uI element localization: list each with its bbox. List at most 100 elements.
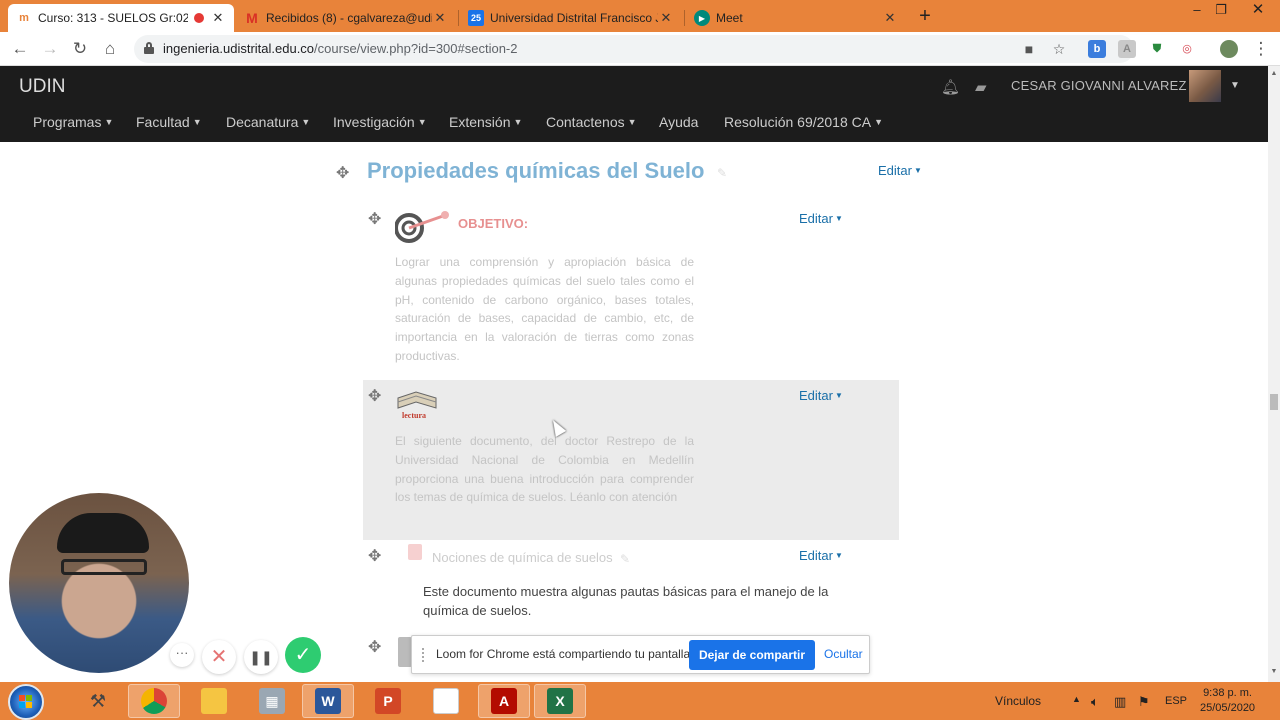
start-button[interactable]	[8, 684, 44, 720]
close-icon[interactable]: ✕	[432, 10, 448, 26]
tab-separator	[458, 10, 459, 26]
menu-resolucion[interactable]: Resolución 69/2018 CA ▼	[724, 114, 883, 130]
taskbar-tools-app[interactable]: ⚒	[72, 684, 124, 718]
chevron-down-icon: ▼	[874, 117, 884, 127]
links-toolbar[interactable]: Vínculos	[995, 694, 1041, 708]
site-brand[interactable]: UDIN	[19, 76, 65, 98]
forward-button[interactable]: →	[39, 38, 61, 60]
cancel-recording-button[interactable]: ✕	[202, 640, 236, 674]
edit-objective-menu[interactable]: Editar ▼	[799, 211, 843, 226]
taskbar-notepad-app[interactable]	[420, 684, 472, 718]
move-handle-icon[interactable]: ✥	[336, 163, 352, 182]
shield-extension-icon[interactable]: ⛊	[1148, 40, 1166, 58]
edit-lectura-menu[interactable]: Editar ▼	[799, 388, 843, 403]
edit-section-menu[interactable]: Editar ▼	[878, 163, 922, 178]
scroll-up-icon[interactable]: ▲	[1270, 70, 1278, 77]
powerpoint-icon: P	[375, 688, 401, 714]
taskbar-chrome-app[interactable]	[128, 684, 180, 718]
chevron-down-icon: ▼	[834, 551, 843, 560]
maximize-button[interactable]: ❐	[1206, 0, 1236, 22]
book-icon: lectura	[397, 391, 437, 420]
reload-button[interactable]: ↻	[69, 38, 91, 60]
menu-ayuda[interactable]: Ayuda	[659, 114, 698, 130]
close-icon[interactable]: ✕	[882, 10, 898, 26]
chevron-down-icon: ▼	[913, 166, 922, 175]
messages-icon[interactable]: ▰	[975, 78, 987, 96]
show-hidden-icons-chevron-icon[interactable]: ▲	[1072, 694, 1081, 704]
url-text: ingenieria.udistrital.edu.co/course/view…	[163, 41, 518, 56]
move-handle-icon[interactable]: ✥	[368, 386, 384, 405]
site-navbar: UDIN 🔔︎ ▰ CESAR GIOVANNI ALVAREZ ▼ Progr…	[0, 66, 1268, 142]
stop-sharing-button[interactable]: Dejar de compartir	[689, 640, 815, 670]
bookmark-star-icon[interactable]: ☆	[1050, 40, 1068, 58]
new-tab-button[interactable]: +	[914, 6, 936, 28]
taskbar-acrobat-app[interactable]: A	[478, 684, 530, 718]
tab-meet[interactable]: ▶ Meet ✕	[686, 4, 906, 32]
loom-sharing-bar: Loom for Chrome está compartiendo tu pan…	[411, 635, 870, 674]
address-bar[interactable]: ingenieria.udistrital.edu.co/course/view…	[134, 35, 1134, 63]
taskbar-word-app[interactable]: W	[302, 684, 354, 718]
menu-programas[interactable]: Programas ▼	[33, 114, 113, 130]
edit-pencil-icon[interactable]: ✎	[620, 552, 630, 566]
menu-contactenos[interactable]: Contactenos ▼	[546, 114, 637, 130]
taskbar-calculator-app[interactable]: ▦	[246, 684, 298, 718]
hide-button[interactable]: Ocultar	[824, 647, 863, 661]
avatar[interactable]	[1189, 70, 1221, 102]
move-handle-icon[interactable]: ✥	[368, 546, 384, 565]
tab-calendar[interactable]: 25 Universidad Distrital Francisco Jo ✕	[460, 4, 682, 32]
user-menu-chevron-down-icon[interactable]: ▼	[1230, 80, 1240, 91]
camera-icon[interactable]: ■	[1020, 40, 1038, 58]
document-link[interactable]: Nociones de química de suelos	[432, 550, 613, 565]
loom-extension-icon[interactable]: ◎	[1178, 40, 1196, 58]
notifications-bell-icon[interactable]: 🔔︎	[941, 78, 960, 96]
lock-icon	[144, 42, 154, 54]
resource-icon	[398, 637, 412, 667]
webcam-bubble[interactable]	[9, 493, 189, 673]
loom-message: Loom for Chrome está compartiendo tu pan…	[436, 647, 694, 661]
extension-b-icon[interactable]: b	[1088, 40, 1106, 58]
move-handle-icon[interactable]: ✥	[368, 637, 384, 656]
menu-extension[interactable]: Extensión ▼	[449, 114, 522, 130]
chevron-down-icon: ▼	[192, 117, 202, 127]
window-close-button[interactable]: ✕	[1236, 0, 1280, 22]
page-scrollbar[interactable]: ▲ ▼	[1268, 66, 1280, 682]
user-name[interactable]: CESAR GIOVANNI ALVAREZ	[1011, 78, 1187, 93]
language-indicator[interactable]: ESP	[1165, 695, 1187, 707]
objective-text: Lograr una comprensión y apropiación bás…	[395, 255, 694, 363]
close-icon[interactable]: ✕	[210, 10, 226, 26]
volume-icon[interactable]: 🔈︎	[1091, 694, 1099, 710]
more-options-icon[interactable]: ···	[170, 643, 194, 667]
menu-investigacion[interactable]: Investigación ▼	[333, 114, 427, 130]
profile-avatar-icon[interactable]	[1220, 40, 1238, 58]
windows-taskbar: ⚒ ▦ W P A X Vínculos ESP	[0, 682, 1280, 720]
action-center-flag-icon[interactable]: ⚑	[1138, 694, 1150, 710]
menu-facultad[interactable]: Facultad ▼	[136, 114, 202, 130]
scrollbar-thumb[interactable]	[1270, 394, 1278, 410]
lectura-text: El siguiente documento, del doctor Restr…	[395, 434, 694, 505]
system-clock[interactable]: 9:38 p. m. 25/05/2020	[1200, 686, 1255, 716]
move-handle-icon[interactable]: ✥	[368, 209, 384, 228]
gmail-icon: M	[246, 10, 258, 26]
close-icon[interactable]: ✕	[658, 10, 674, 26]
drag-handle-icon[interactable]	[422, 648, 426, 662]
tab-gmail[interactable]: M Recibidos (8) - cgalvareza@udist ✕	[236, 4, 456, 32]
finish-recording-button[interactable]: ✓	[285, 637, 321, 673]
network-icon[interactable]: ▥	[1114, 694, 1126, 710]
chrome-menu-icon[interactable]: ⋮	[1250, 38, 1272, 60]
home-icon[interactable]: ⌂	[99, 38, 121, 60]
pdf-extension-icon[interactable]: A	[1118, 40, 1136, 58]
scroll-down-icon[interactable]: ▼	[1270, 668, 1278, 675]
windows-logo-icon	[19, 695, 33, 709]
taskbar-explorer-app[interactable]	[188, 684, 240, 718]
recording-icon	[194, 13, 204, 23]
back-button[interactable]: ←	[9, 38, 31, 60]
chevron-down-icon: ▼	[417, 117, 427, 127]
taskbar-excel-app[interactable]: X	[534, 684, 586, 718]
menu-decanatura[interactable]: Decanatura ▼	[226, 114, 310, 130]
edit-pencil-icon[interactable]: ✎	[717, 166, 727, 180]
pause-recording-button[interactable]: ❚❚	[244, 640, 278, 674]
tab-course[interactable]: m Curso: 313 - SUELOS Gr:025 ✕	[8, 4, 234, 32]
chevron-down-icon: ▼	[834, 214, 843, 223]
taskbar-powerpoint-app[interactable]: P	[362, 684, 414, 718]
edit-document-menu[interactable]: Editar ▼	[799, 548, 843, 563]
